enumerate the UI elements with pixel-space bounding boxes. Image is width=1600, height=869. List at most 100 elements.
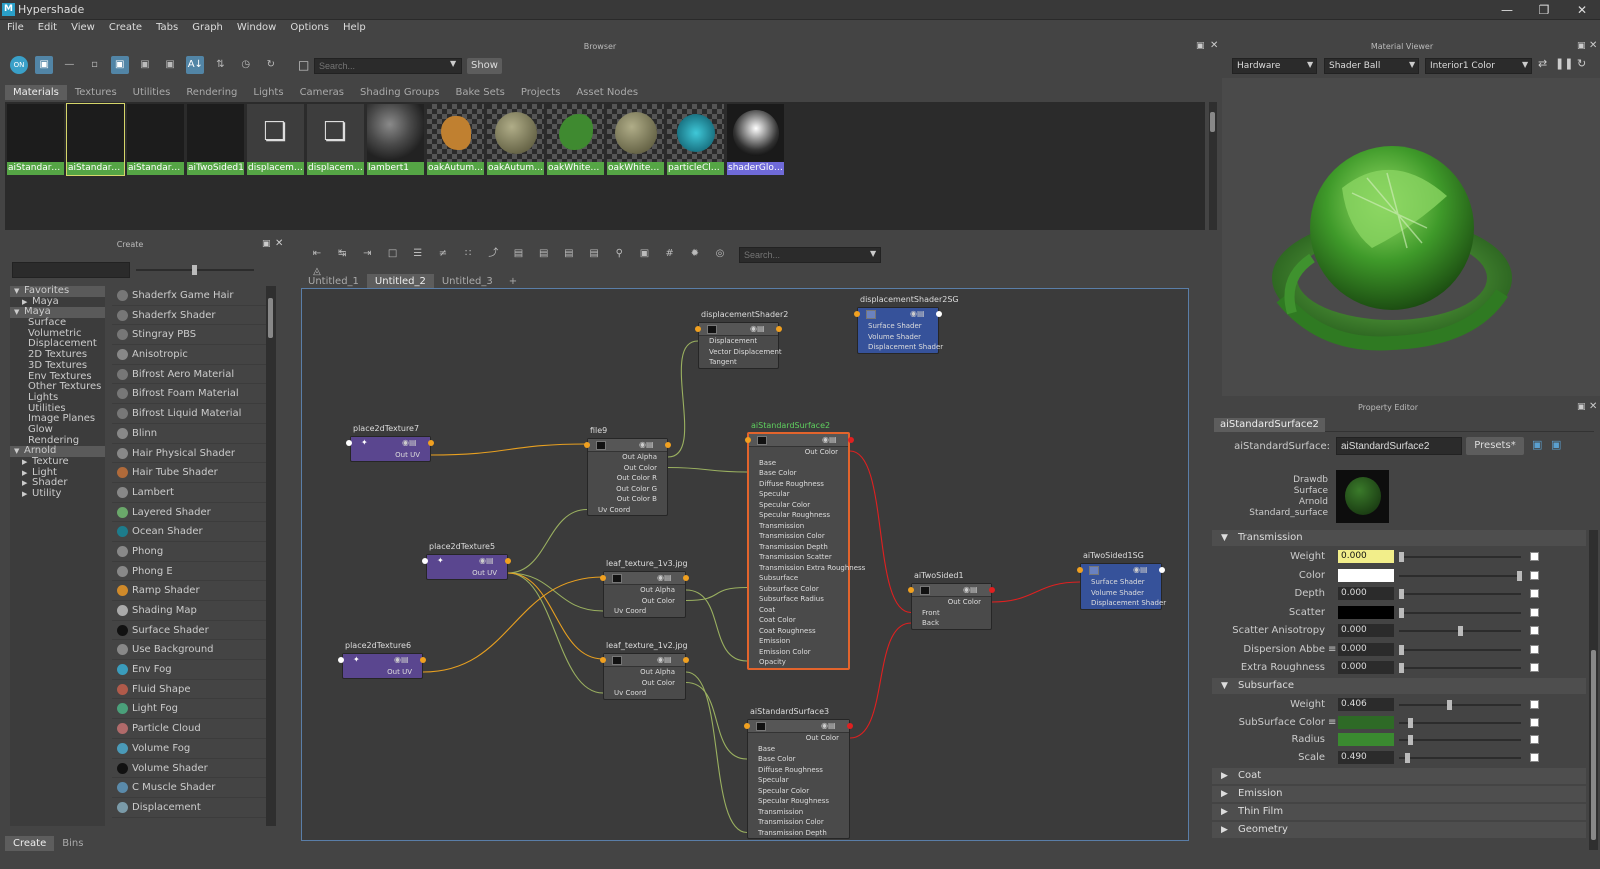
node-input-port[interactable] [745, 437, 751, 443]
layout-icon[interactable]: ☰ [409, 245, 427, 263]
graph-search-input[interactable] [739, 247, 881, 263]
slider-handle[interactable] [1399, 589, 1404, 599]
node-port-row[interactable]: Base [748, 744, 849, 755]
show-node-icon[interactable]: ▣ [1532, 438, 1542, 451]
node-type-item[interactable]: Blinn [112, 424, 266, 444]
material-swatch[interactable] [1336, 470, 1389, 523]
slider-handle[interactable] [1399, 552, 1404, 562]
presets-button[interactable]: Presets* [1466, 437, 1524, 455]
node-type-item[interactable]: Env Fog [112, 660, 266, 680]
menu-graph[interactable]: Graph [185, 20, 230, 35]
node-input-port[interactable] [695, 326, 701, 332]
menu-tabs[interactable]: Tabs [149, 20, 185, 35]
slider-handle[interactable] [1458, 626, 1463, 636]
material-swatch[interactable]: oakWhiteM... [607, 104, 664, 175]
node-port-row[interactable]: Out Alpha [604, 667, 685, 678]
tab-shading-groups[interactable]: Shading Groups [352, 85, 447, 100]
add-tab-button[interactable]: + [501, 274, 525, 289]
shape-select[interactable]: Shader Ball [1324, 58, 1419, 74]
node-type-item[interactable]: Hair Physical Shader [112, 444, 266, 464]
node-type-item[interactable]: Displacement [112, 798, 266, 818]
connection-wire[interactable] [849, 450, 912, 614]
attribute-value[interactable]: 0.000 [1338, 550, 1394, 563]
node-port-row[interactable]: Specular Color [749, 500, 848, 511]
node-output-port[interactable] [847, 723, 853, 729]
close-panel-icon[interactable]: ✕ [1589, 401, 1597, 412]
show-button[interactable]: Show [467, 58, 502, 74]
snap-icon[interactable]: ✹ [686, 245, 704, 263]
collapse-icon[interactable]: ▶ [22, 489, 28, 500]
copy-tab-icon[interactable]: ▣ [1551, 438, 1561, 451]
attribute-slider[interactable] [1399, 648, 1521, 651]
section-thin-film[interactable]: ▶ Thin Film [1212, 804, 1586, 820]
attribute-value[interactable]: 0.000 [1338, 661, 1394, 674]
search-dropdown-icon[interactable]: ▼ [450, 59, 456, 68]
graph-node-place2dtexture5[interactable]: place2dTexture5 ◉▤ ✦ Out UV [422, 542, 511, 580]
minimize-icon[interactable]: — [1493, 1, 1521, 19]
material-swatch[interactable]: oakAutumn... [427, 104, 484, 175]
node-port-row[interactable]: Uv Coord [588, 505, 667, 516]
close-panel-icon[interactable]: ✕ [275, 238, 283, 249]
small-icon-icon[interactable]: ▫ [86, 56, 104, 74]
node-port-row[interactable]: Specular [749, 489, 848, 500]
attribute-slider[interactable] [1399, 611, 1521, 614]
attribute-slider[interactable] [1399, 721, 1521, 724]
attribute-slider[interactable] [1399, 739, 1521, 741]
node-port-row[interactable]: Vector Displacement [699, 347, 782, 358]
node-port-row[interactable]: Subsurface Color [749, 584, 848, 595]
node-port-row[interactable]: Base [749, 458, 848, 469]
node-output-port[interactable] [848, 437, 854, 443]
node-type-item[interactable]: Surface Shader [112, 621, 266, 641]
node-input-port[interactable] [422, 558, 428, 564]
material-swatch[interactable]: aiStandard... [7, 104, 64, 175]
node-menu-icon[interactable]: ◉▤ [1133, 565, 1148, 574]
custom-mode-icon[interactable]: ▤ [585, 245, 603, 263]
node-type-item[interactable]: C Muscle Shader [112, 778, 266, 798]
node-port-row[interactable]: Transmission Depth [749, 542, 848, 553]
node-port-row[interactable]: Subsurface [749, 573, 848, 584]
node-type-item[interactable]: Anisotropic [112, 345, 266, 365]
attribute-value[interactable] [1338, 568, 1394, 582]
node-input-port[interactable] [854, 311, 860, 317]
graph-node-twosg[interactable]: aiTwoSided1SG ◉▤ Surface Shader Volume Shad… [1077, 551, 1166, 610]
connection-wire[interactable] [667, 340, 699, 458]
node-port-row[interactable]: Out Color R [588, 473, 667, 484]
node-input-port[interactable] [1077, 567, 1083, 573]
browser-search-input[interactable] [314, 58, 462, 74]
sort-name-icon[interactable]: A↓ [186, 56, 205, 74]
connection-wire[interactable] [685, 681, 748, 760]
node-input-port[interactable] [600, 657, 606, 663]
restore-icon[interactable]: ❐ [1530, 1, 1558, 19]
pe-scrollbar[interactable] [1589, 530, 1598, 850]
material-swatch[interactable]: oakWhiteM... [547, 104, 604, 175]
node-port-row[interactable]: Uv Coord [604, 688, 685, 699]
node-type-item[interactable]: Ocean Shader [112, 522, 266, 542]
node-port-row[interactable]: Base Color [749, 468, 848, 479]
node-port-row[interactable]: Out Color [588, 463, 667, 474]
tab-rendering[interactable]: Rendering [178, 85, 245, 100]
node-output-port[interactable] [665, 442, 671, 448]
tree-item[interactable]: Image Planes [10, 413, 105, 425]
attribute-value[interactable]: 0.000 [1338, 587, 1394, 600]
node-port-row[interactable]: Back [912, 618, 991, 629]
float-icon[interactable]: ▣ [1577, 41, 1586, 51]
section-geometry[interactable]: ▶ Geometry [1212, 822, 1586, 838]
simple-mode-icon[interactable]: ▤ [510, 245, 528, 263]
material-swatch[interactable]: ❏ displaceme... [307, 104, 364, 175]
rearrange-icon[interactable]: ⤴ [484, 245, 502, 263]
map-button-icon[interactable] [1530, 663, 1539, 672]
tab-cameras[interactable]: Cameras [292, 85, 352, 100]
node-menu-icon[interactable]: ◉▤ [821, 721, 836, 730]
input-connections-icon[interactable]: ⇤ [308, 245, 326, 263]
menu-file[interactable]: File [0, 20, 31, 35]
node-port-row[interactable]: Diffuse Roughness [749, 479, 848, 490]
node-port-row[interactable]: Out Color B [588, 494, 667, 505]
material-swatch[interactable]: aiStandard... [127, 104, 184, 175]
node-type-item[interactable]: Lambert [112, 483, 266, 503]
node-menu-icon[interactable]: ◉▤ [822, 435, 837, 444]
create-filter-input[interactable] [12, 262, 130, 278]
graph-node-place2dtexture7[interactable]: place2dTexture7 ◉▤ ✦ Out UV [346, 424, 434, 462]
node-menu-icon[interactable]: ◉▤ [394, 655, 409, 664]
graph-node-two[interactable]: aiTwoSided1 ◉▤ Out Color Front Back [908, 571, 995, 630]
node-port-row[interactable]: Specular Roughness [749, 510, 848, 521]
